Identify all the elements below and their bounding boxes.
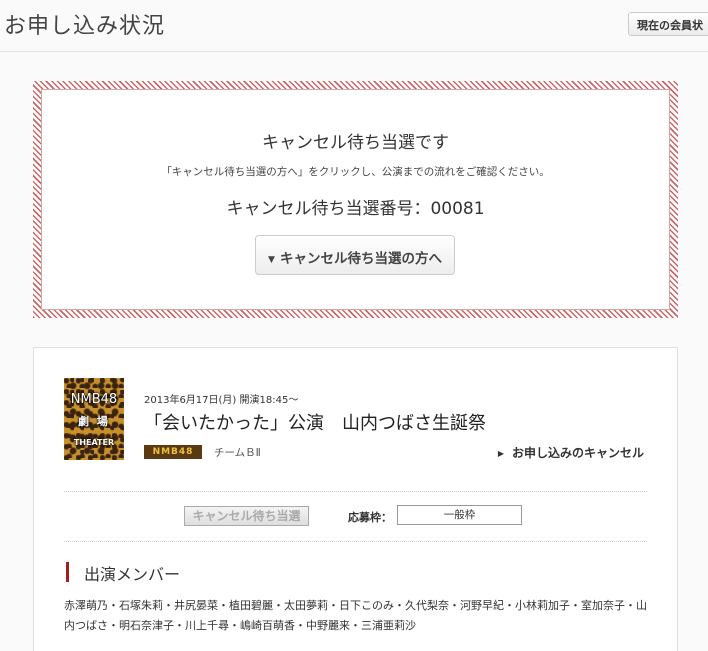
header-bar: お申し込み状況 現在の会員状 — [0, 0, 708, 52]
status-badge: キャンセル待ち当選 — [184, 506, 309, 526]
divider — [64, 541, 647, 542]
thumbnail-line2: 劇 場 — [78, 415, 110, 428]
performance-title: 「会いたかった」公演 山内つばさ生誕祭 — [144, 413, 486, 434]
performance-card: NMB48 劇 場 THEATER 2013年6月17日(月) 開演18:45～… — [33, 347, 678, 651]
cancel-application-label: お申し込みのキャンセル — [511, 446, 644, 460]
cast-member-list: 赤澤萌乃・石塚朱莉・井尻晏菜・植田碧麗・太田夢莉・日下このみ・久代梨奈・河野早紀… — [64, 599, 647, 632]
member-status-button[interactable]: 現在の会員状 — [628, 12, 708, 36]
caret-right-icon: ▶ — [497, 449, 504, 458]
page-title: お申し込み状況 — [4, 14, 166, 39]
thumbnail-line3: THEATER — [73, 438, 115, 447]
notice-message: 「キャンセル待ち当選の方へ」をクリックし、公演までの流れをご確認ください。 — [161, 166, 550, 178]
performance-date: 2013年6月17日(月) 開演18:45～ — [144, 395, 299, 406]
theater-thumbnail: NMB48 劇 場 THEATER — [64, 378, 124, 460]
application-type-label: 応募枠： — [348, 511, 392, 524]
cancel-application-link[interactable]: ▶ お申し込みのキャンセル — [498, 444, 644, 461]
team-logo: NMB48 — [144, 445, 202, 459]
caret-down-icon: ▼ — [268, 255, 275, 265]
application-type-value: 一般枠 — [397, 505, 522, 525]
cancellation-notice: キャンセル待ち当選です 「キャンセル待ち当選の方へ」をクリックし、公演までの流れ… — [33, 81, 678, 318]
thumbnail-line1: NMB48 — [70, 392, 118, 407]
cancel-wait-winner-label: キャンセル待ち当選の方へ — [279, 251, 442, 267]
notice-panel: キャンセル待ち当選です 「キャンセル待ち当選の方へ」をクリックし、公演までの流れ… — [41, 89, 670, 310]
section-accent-bar — [66, 562, 69, 582]
divider — [64, 491, 647, 492]
cancel-wait-number: キャンセル待ち当選番号：00081 — [226, 199, 485, 219]
cancel-wait-winner-button[interactable]: ▼ キャンセル待ち当選の方へ — [255, 235, 455, 275]
team-name: チームＢⅡ — [214, 447, 261, 459]
cast-section-title: 出演メンバー — [84, 565, 181, 584]
notice-title: キャンセル待ち当選です — [262, 133, 449, 153]
